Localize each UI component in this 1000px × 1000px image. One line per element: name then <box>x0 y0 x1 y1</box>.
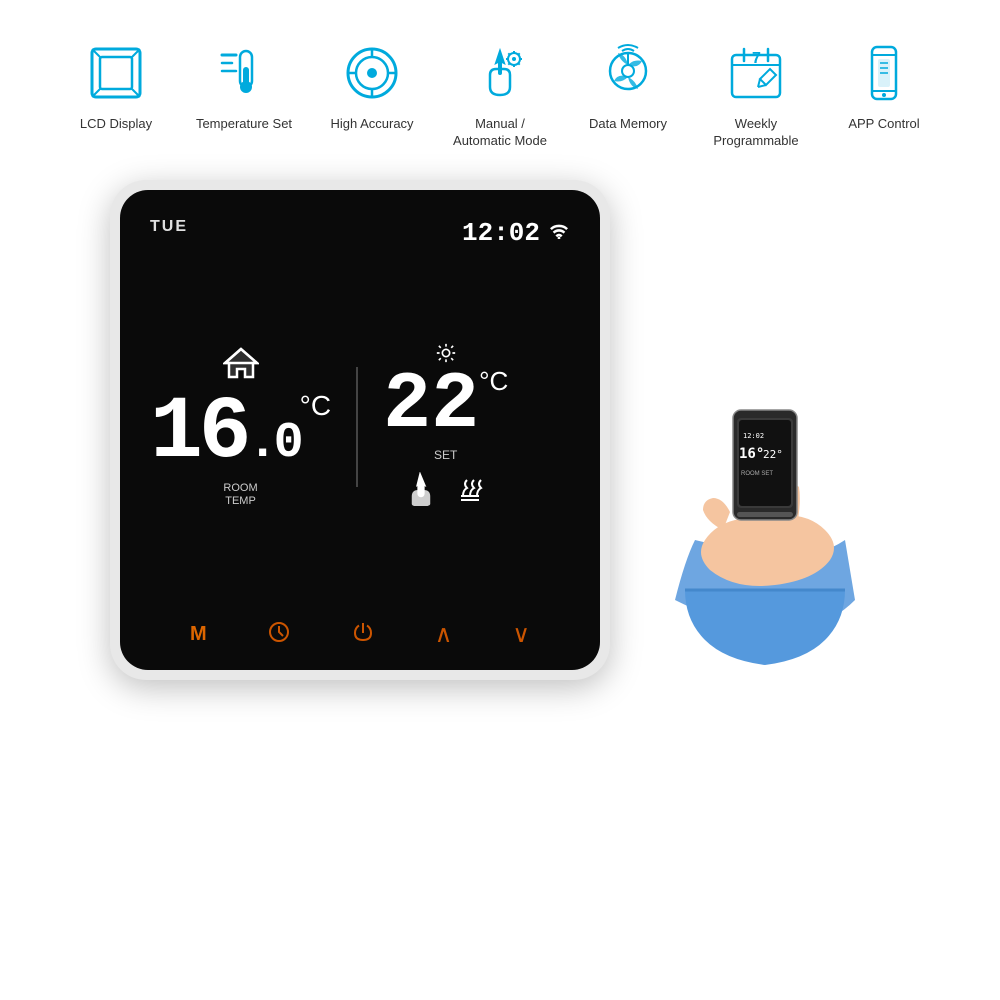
data-memory-label: Data Memory <box>589 116 667 133</box>
lcd-display-area: TUE 12:02 <box>120 190 600 608</box>
svg-text:22°: 22° <box>763 448 783 461</box>
room-temp-display: 16.0 °C <box>150 390 331 478</box>
lcd-display-icon <box>81 38 151 108</box>
room-temp-section: 16.0 °C ROOMTEMP <box>150 345 331 508</box>
button-power[interactable] <box>351 620 375 650</box>
home-icon <box>223 345 259 386</box>
manual-touch-icon <box>407 472 435 511</box>
set-temp-section: 22 °C SET <box>383 342 508 511</box>
feature-weekly-programmable: 7 Weekly Programmable <box>701 38 811 150</box>
button-menu[interactable]: M <box>190 623 207 646</box>
data-memory-icon <box>593 38 663 108</box>
day-label: TUE <box>150 218 188 236</box>
set-temp-display: 22 °C <box>383 366 508 446</box>
app-control-icon <box>849 38 919 108</box>
feature-app-control: APP Control <box>829 38 939 133</box>
feature-lcd-display: LCD Display <box>61 38 171 133</box>
time-wifi: 12:02 <box>462 218 570 248</box>
set-label: SET <box>434 448 457 462</box>
touch-buttons-row: M ∧ ∨ <box>120 608 600 670</box>
wifi-icon <box>548 221 570 244</box>
thermostat-inner: TUE 12:02 <box>120 190 600 670</box>
thermostat-outer: TUE 12:02 <box>110 180 610 680</box>
temperature-set-label: Temperature Set <box>196 116 292 133</box>
svg-text:7: 7 <box>752 50 761 67</box>
feature-temperature-set: Temperature Set <box>189 38 299 133</box>
temperature-set-icon <box>209 38 279 108</box>
feature-manual-auto: Manual / Automatic Mode <box>445 38 555 150</box>
manual-auto-label: Manual / Automatic Mode <box>445 116 555 150</box>
button-clock[interactable] <box>267 620 291 650</box>
time-display: 12:02 <box>462 218 540 248</box>
status-bar: TUE 12:02 <box>150 218 570 248</box>
heat-icon <box>455 472 485 511</box>
button-up[interactable]: ∧ <box>435 620 453 649</box>
celsius-unit-room: °C <box>300 390 331 422</box>
manual-auto-icon <box>465 38 535 108</box>
room-temp-value: 16.0 <box>150 390 300 478</box>
person-with-phone-svg: 12:02 16° 22° ROOM SET <box>655 260 875 680</box>
button-down[interactable]: ∨ <box>512 620 530 649</box>
temperature-row: 16.0 °C ROOMTEMP <box>150 256 570 598</box>
svg-text:ROOM SET: ROOM SET <box>741 471 773 477</box>
set-temp-value: 22 <box>383 366 479 446</box>
svg-text:12:02: 12:02 <box>743 432 764 440</box>
thermostat: TUE 12:02 <box>110 180 610 680</box>
weekly-programmable-icon: 7 <box>721 38 791 108</box>
svg-text:16°: 16° <box>739 446 764 462</box>
mode-icons <box>407 472 485 511</box>
app-control-label: APP Control <box>848 116 919 133</box>
high-accuracy-label: High Accuracy <box>330 116 413 133</box>
features-row: LCD Display Temperature Set <box>0 0 1000 170</box>
feature-data-memory: Data Memory <box>573 38 683 133</box>
lcd-display-label: LCD Display <box>80 116 152 133</box>
weekly-programmable-label: Weekly Programmable <box>701 116 811 150</box>
room-temp-label: ROOMTEMP <box>223 482 257 508</box>
main-area: TUE 12:02 <box>0 170 1000 720</box>
phone-person: 12:02 16° 22° ROOM SET <box>640 220 890 720</box>
divider <box>356 367 358 487</box>
high-accuracy-icon <box>337 38 407 108</box>
feature-high-accuracy: High Accuracy <box>317 38 427 133</box>
